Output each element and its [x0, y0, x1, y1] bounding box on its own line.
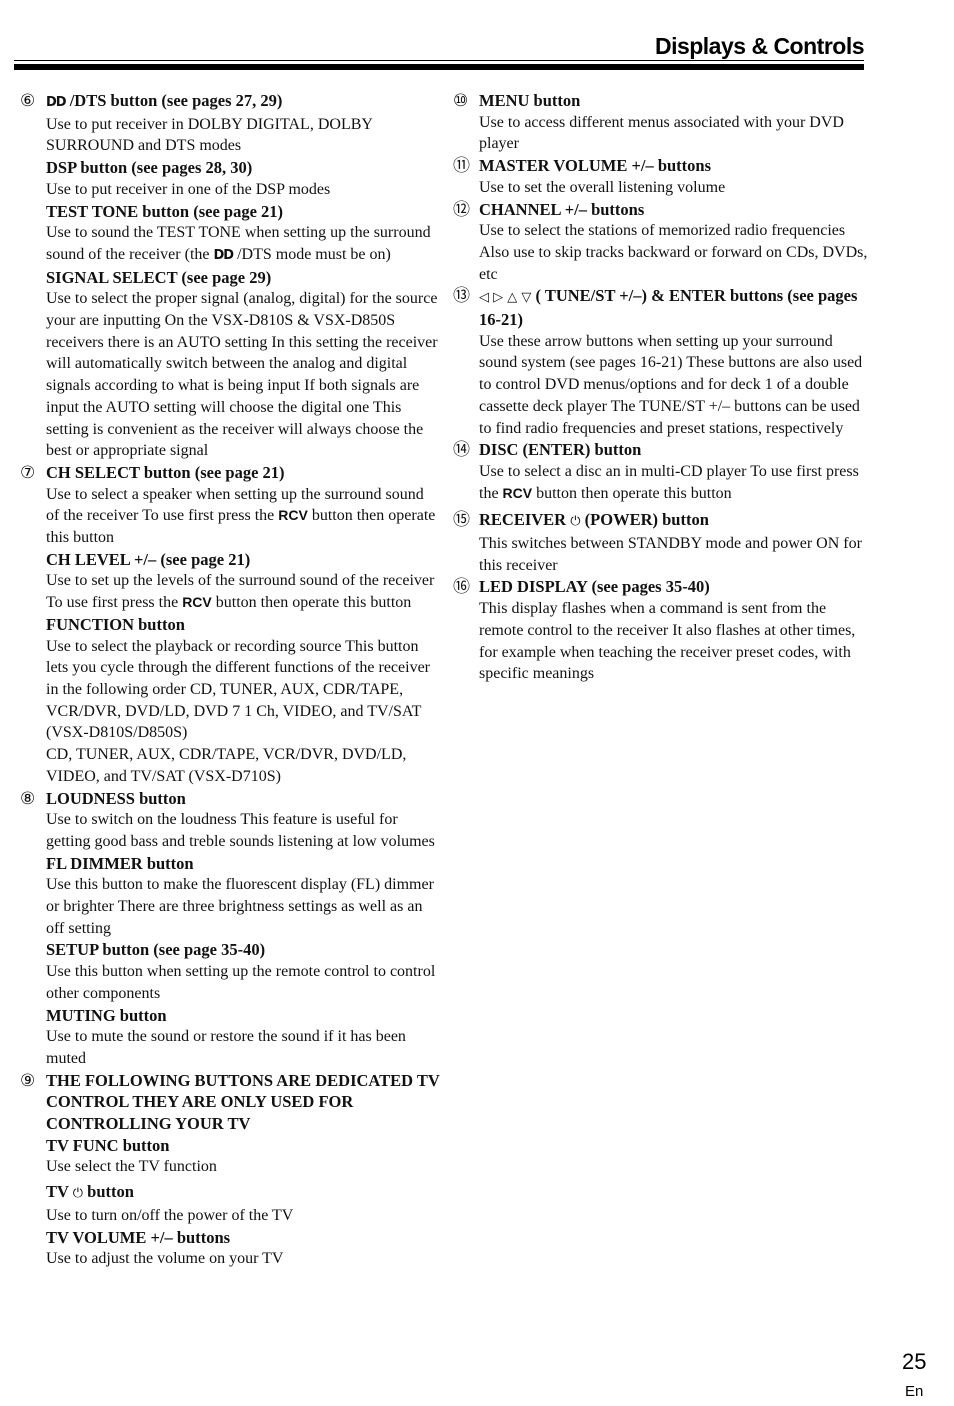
tune-enter-description: Use these arrow buttons when setting up … [479, 332, 863, 437]
muting-heading: MUTING button [46, 1005, 167, 1025]
test-tone-description: Use to sound the TEST TONE when setting … [46, 224, 431, 263]
page-number: 25 [902, 1349, 927, 1374]
ch-select-heading: CH SELECT button (see page 21) [46, 462, 285, 482]
callout-number-13: ⑬ [453, 286, 470, 307]
loudness-heading: LOUDNESS button [46, 788, 186, 808]
item-8: ⑧ LOUDNESS button Use to switch on the l… [20, 788, 440, 1070]
loudness-description: Use to switch on the loudness This featu… [46, 811, 435, 850]
tv-func-heading: TV FUNC button [46, 1135, 170, 1155]
test-tone-heading: TEST TONE button (see page 21) [46, 201, 284, 221]
ch-level-description: Use to set up the levels of the surround… [46, 572, 435, 612]
disc-enter-description: Use to select a disc an in multi-CD play… [479, 462, 859, 502]
function-description: Use to select the playback or recording … [46, 637, 431, 742]
setup-description: Use this button when setting up the remo… [46, 963, 436, 1002]
callout-number-8: ⑧ [20, 788, 36, 809]
item-16: ⑯ LED DISPLAY (see pages 35-40) This dis… [453, 576, 873, 685]
led-display-heading: LED DISPLAY (see pages 35-40) [479, 577, 710, 597]
dsp-button-description: Use to put receiver in one of the DSP mo… [46, 180, 331, 198]
right-column: ⑩ MENU button Use to access different me… [453, 90, 873, 685]
disc-enter-heading: DISC (ENTER) button [479, 440, 642, 460]
rcv-label: RCV [182, 594, 212, 611]
left-column: ⑥ DD /DTS button (see pages 27, 29) Use … [20, 90, 440, 1270]
callout-number-12: ⑫ [453, 199, 470, 220]
item-11: ⑪ MASTER VOLUME +/– buttons Use to set t… [453, 155, 873, 198]
callout-number-10: ⑩ [453, 91, 469, 111]
function-description-d710s: CD, TUNER, AUX, CDR/TAPE, VCR/DVR, DVD/L… [46, 746, 407, 785]
channel-description: Use to select the stations of memorized … [479, 222, 868, 283]
power-icon: ⏻ [72, 1186, 84, 1202]
muting-description: Use to mute the sound or restore the sou… [46, 1028, 406, 1067]
dolby-icon: DD [46, 95, 67, 110]
rcv-label: RCV [278, 507, 308, 524]
callout-number-11: ⑪ [453, 156, 470, 177]
item-14: ⑭ DISC (ENTER) button Use to select a di… [453, 439, 873, 504]
tv-volume-heading: TV VOLUME +/– buttons [46, 1227, 231, 1247]
item-6: ⑥ DD /DTS button (see pages 27, 29) Use … [20, 90, 440, 462]
tune-enter-heading: ◁ ▷ △ ▽ ( TUNE/ST +/–) & ENTER buttons (… [479, 286, 858, 330]
callout-number-6: ⑥ [20, 91, 36, 111]
arrow-buttons-icon: ◁ ▷ △ ▽ [479, 290, 532, 306]
dts-button-description: Use to put receiver in DOLBY DIGITAL, DO… [46, 115, 373, 155]
power-icon: ⏻ [570, 514, 581, 530]
item-13: ⑬ ◁ ▷ △ ▽ ( TUNE/ST +/–) & ENTER buttons… [453, 285, 873, 439]
callout-number-14: ⑭ [453, 440, 470, 461]
signal-select-heading: SIGNAL SELECT (see page 29) [46, 267, 272, 287]
tv-power-description: Use to turn on/off the power of the TV [46, 1206, 294, 1224]
function-heading: FUNCTION button [46, 614, 185, 634]
fl-dimmer-heading: FL DIMMER button [46, 853, 194, 873]
dts-button-heading: DD /DTS button (see pages 27, 29) [46, 91, 283, 110]
dsp-button-heading: DSP button (see pages 28, 30) [46, 158, 253, 178]
tv-control-heading: THE FOLLOWING BUTTONS ARE DEDICATED TV C… [46, 1070, 440, 1134]
master-volume-description: Use to set the overall listening volume [479, 178, 726, 196]
dolby-icon: DD [213, 247, 234, 263]
menu-heading: MENU button [479, 91, 581, 110]
callout-number-15: ⑮ [453, 510, 470, 531]
tv-volume-description: Use to adjust the volume on your TV [46, 1250, 284, 1268]
receiver-power-description: This switches between STANDBY mode and p… [479, 535, 862, 574]
signal-select-description: Use to select the proper signal (analog,… [46, 290, 438, 460]
tv-power-heading: TV ⏻ button [46, 1182, 134, 1202]
setup-heading: SETUP button (see page 35-40) [46, 940, 266, 960]
ch-level-heading: CH LEVEL +/– (see page 21) [46, 549, 251, 569]
item-9: ⑨ THE FOLLOWING BUTTONS ARE DEDICATED TV… [20, 1070, 440, 1270]
item-10: ⑩ MENU button Use to access different me… [453, 90, 873, 155]
callout-number-16: ⑯ [453, 577, 470, 598]
page-language: En [905, 1383, 924, 1400]
header-rule-thin [14, 60, 864, 61]
tv-func-description: Use select the TV function [46, 1158, 217, 1176]
item-12: ⑫ CHANNEL +/– buttons Use to select the … [453, 199, 873, 286]
ch-select-description: Use to select a speaker when setting up … [46, 485, 436, 547]
receiver-power-heading: RECEIVER ⏻ (POWER) button [479, 510, 709, 530]
header-rule-thick [14, 64, 864, 70]
callout-number-9: ⑨ [20, 1070, 36, 1091]
item-7: ⑦ CH SELECT button (see page 21) Use to … [20, 462, 440, 788]
section-title: Displays & Controls [654, 33, 865, 59]
master-volume-heading: MASTER VOLUME +/– buttons [479, 156, 712, 176]
channel-heading: CHANNEL +/– buttons [479, 199, 645, 219]
menu-description: Use to access different menus associated… [479, 113, 844, 153]
item-15: ⑮ RECEIVER ⏻ (POWER) button This switche… [453, 509, 873, 576]
callout-number-7: ⑦ [20, 462, 36, 483]
led-display-description: This display flashes when a command is s… [479, 600, 856, 683]
rcv-label: RCV [502, 484, 533, 501]
fl-dimmer-description: Use this button to make the fluorescent … [46, 876, 434, 937]
